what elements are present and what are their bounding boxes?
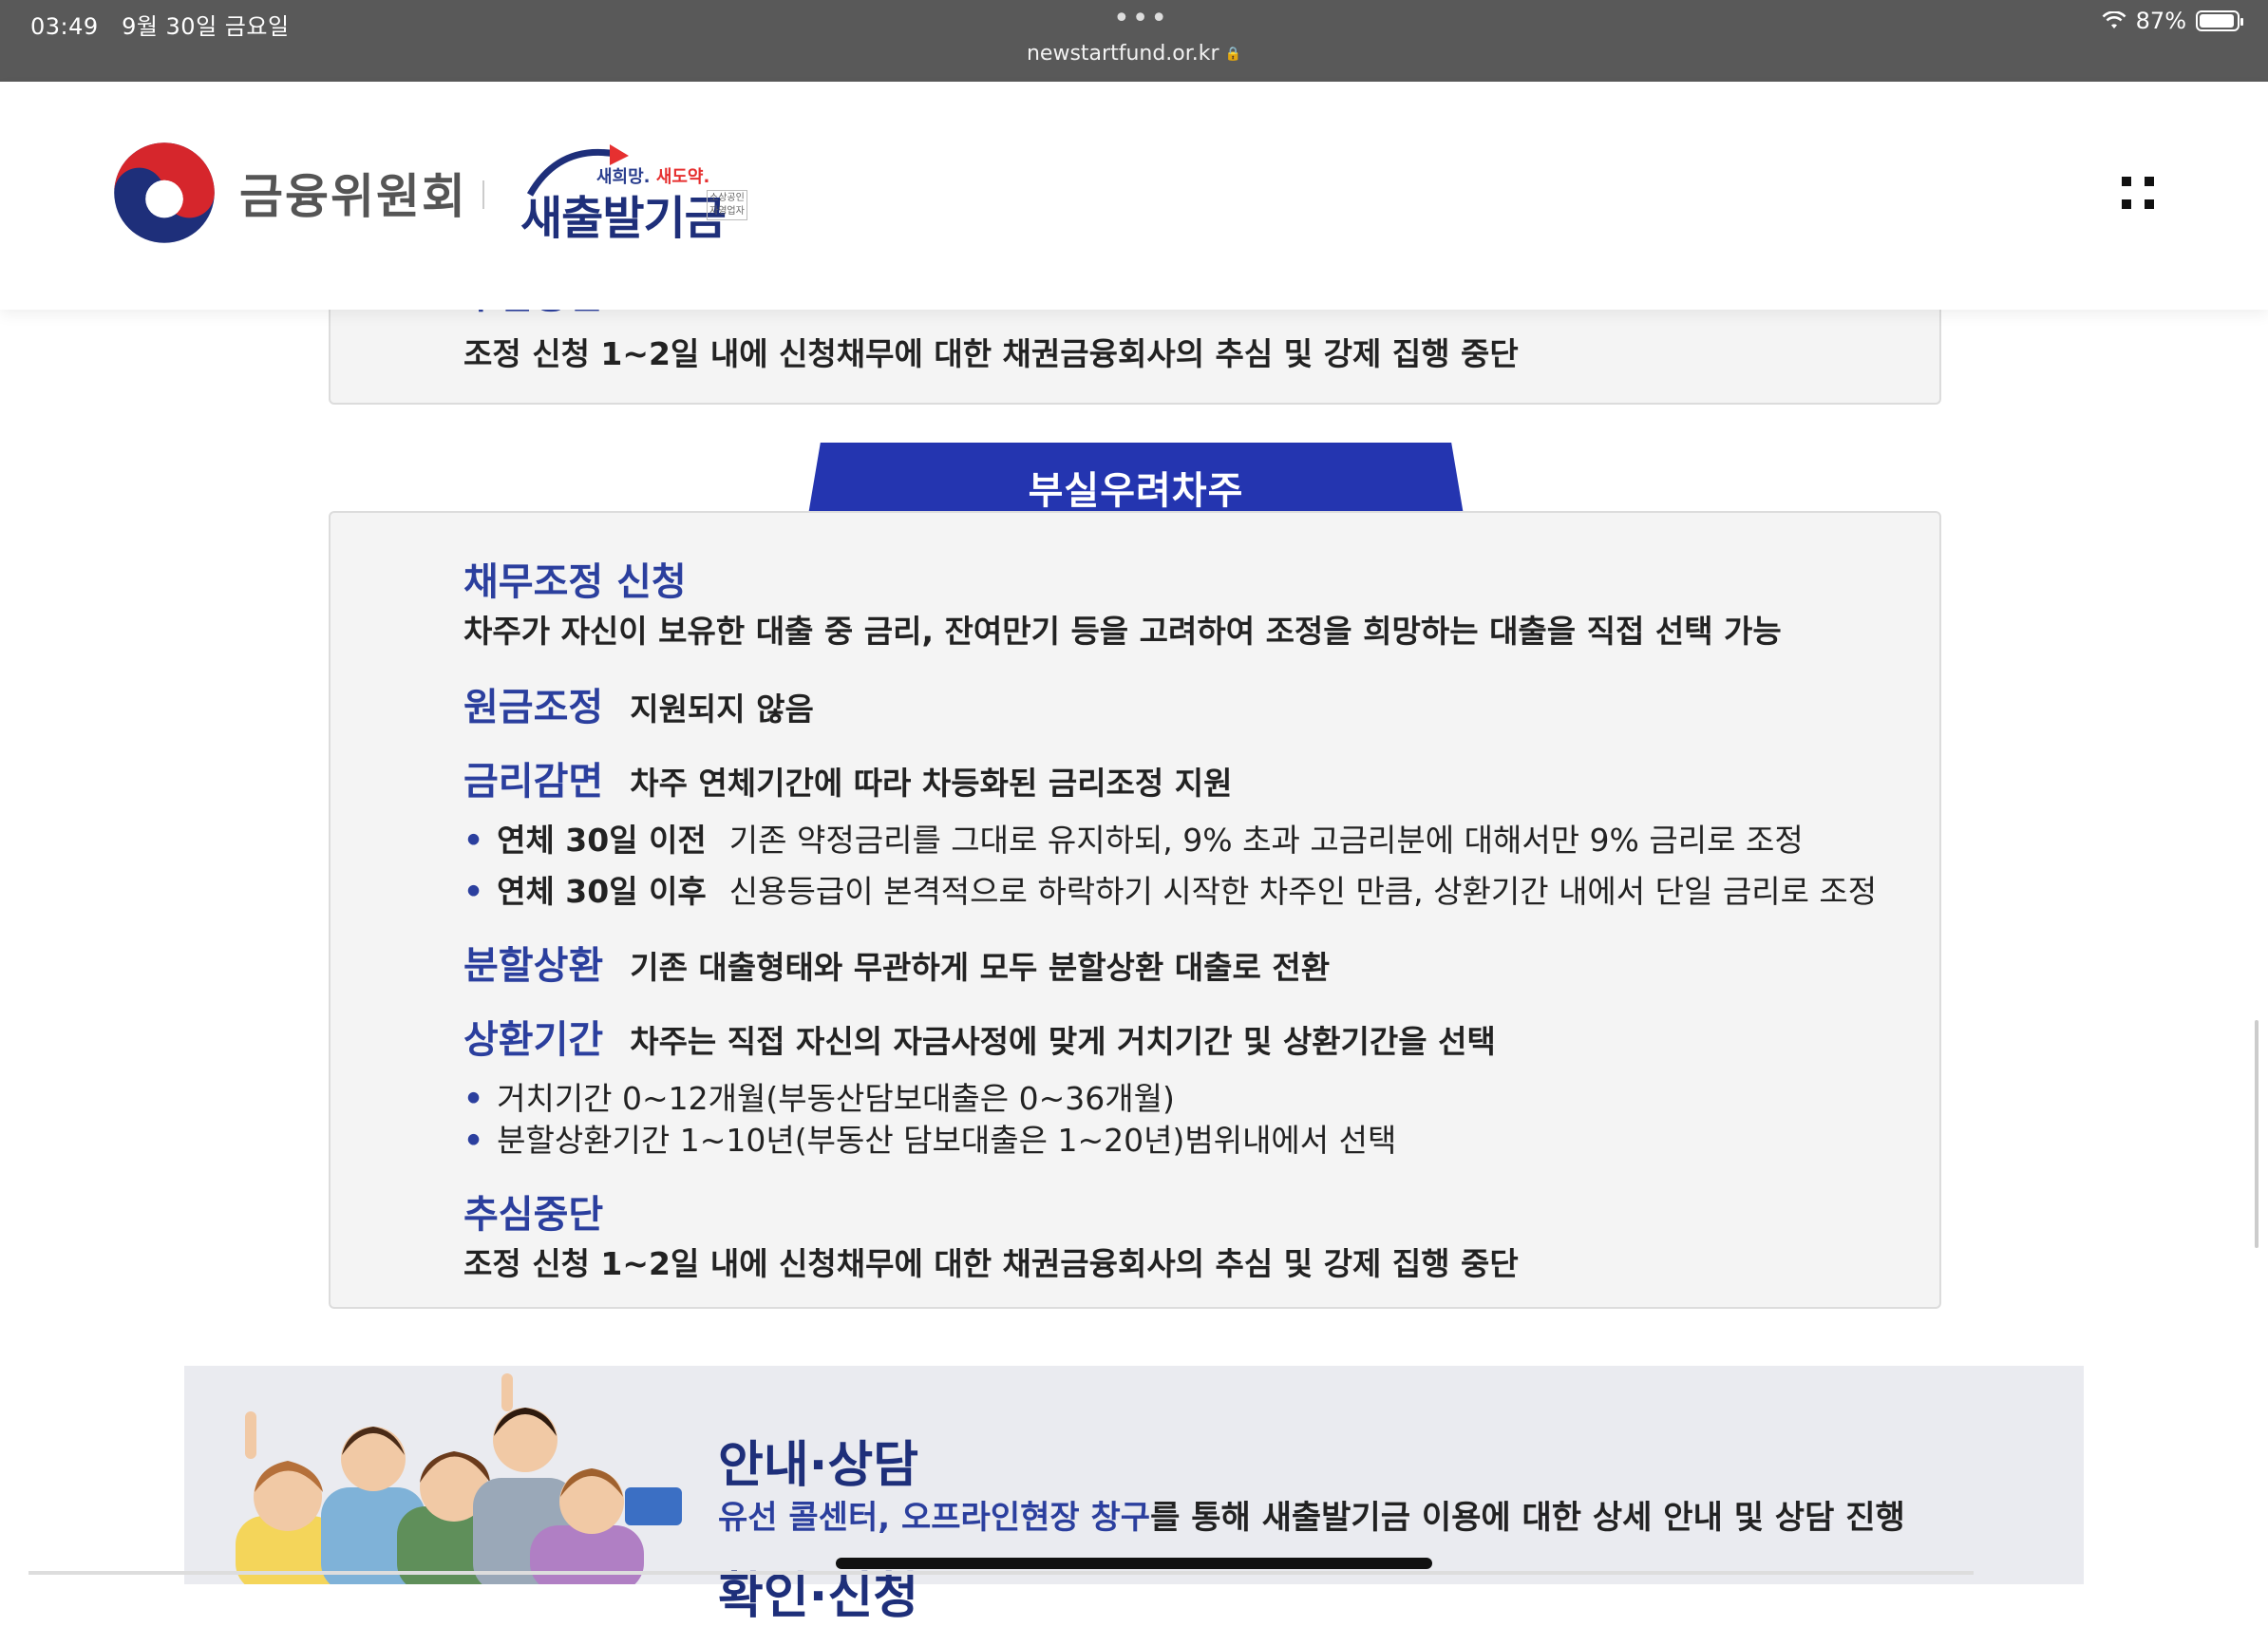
interest-bullet: • 연체 30일 이후 신용등급이 본격적으로 하락하기 시작한 차주인 만큼, 상… [463,873,1878,910]
site-header: 금융위원회 새희망. 새도약. 새출발기금 소상공인 자영업자 [0,82,2268,310]
info-title: 안내·상담 [718,1437,919,1494]
repay-period-text: 차주는 직접 자신의 자금사정에 맞게 거치기간 및 상환기간을 선택 [630,1023,1496,1060]
wifi-icon [2102,11,2126,28]
home-indicator[interactable] [836,1558,1432,1569]
people-illustration [236,1373,682,1584]
collection-stop-heading: 추심중단 [463,1193,604,1237]
collection-stop-text: 조정 신청 1~2일 내에 신청채무에 대한 채권금융회사의 추심 및 강제 집… [463,335,1519,372]
status-date: 9월 30일 금요일 [122,13,290,40]
taegeuk-logo [114,142,215,243]
installment-heading: 분할상환 [463,944,604,988]
lock-icon: 🔒 [1224,47,1241,62]
fund-sub-label: 소상공인 자영업자 [707,190,747,220]
section-tab: 부실우려차주 [807,443,1465,520]
principal-text: 지원되지 않음 [630,691,814,728]
repay-period-heading: 상환기간 [463,1018,604,1062]
info-banner: 안내·상담 유선 콜센터, 오프라인현장 창구를 통해 새출발기금 이용에 대한… [184,1366,2084,1625]
scrollbar[interactable] [2255,1020,2259,1248]
logo-divider [482,180,484,209]
saechul-fund-logo[interactable]: 새희망. 새도약. 새출발기금 소상공인 자영업자 [520,142,748,256]
principal-heading: 원금조정 [463,686,604,729]
info-text: 유선 콜센터, 오프라인현장 창구를 통해 새출발기금 이용에 대한 상세 안내… [718,1499,1905,1537]
installment-text: 기존 대출형태와 무관하게 모두 분할상환 대출로 전환 [630,949,1331,986]
status-right: 87% [2102,8,2243,34]
battery-percent: 87% [2135,8,2186,34]
status-time: 03:49 9월 30일 금요일 [30,13,290,40]
address-bar[interactable]: newstartfund.or.kr 🔒 [0,42,2268,66]
page-divider [28,1571,1974,1575]
debt-adjust-text: 차주가 자신이 보유한 대출 중 금리, 잔여만기 등을 고려하여 조정을 희망… [463,613,1782,650]
repay-period-bullet: • 분할상환기간 1~10년(부동산 담보대출은 1~20년)범위내에서 선택 [463,1122,1397,1159]
collection-stop-text: 조정 신청 1~2일 내에 신청채무에 대한 채권금융회사의 추심 및 강제 집… [463,1245,1519,1282]
debt-adjust-heading: 채무조정 신청 [463,560,687,604]
repay-period-row: 상환기간 차주는 직접 자신의 자금사정에 맞게 거치기간 및 상환기간을 선택 [463,1009,1496,1064]
menu-icon[interactable] [2122,177,2156,211]
interest-heading: 금리감면 [463,760,604,804]
installment-row: 분할상환 기존 대출형태와 무관하게 모두 분할상환 대출로 전환 [463,935,1330,990]
battery-icon [2196,10,2243,31]
url-text: newstartfund.or.kr [1026,42,1219,66]
interest-text: 차주 연체기간에 따라 차등화된 금리조정 지원 [630,765,1233,802]
interest-bullet: • 연체 30일 이전 기존 약정금리를 그대로 유지하되, 9% 초과 고금리분에… [463,822,1804,859]
more-dots-icon[interactable]: ••• [1113,2,1169,35]
section-box: 채무조정 신청 차주가 자신이 보유한 대출 중 금리, 잔여만기 등을 고려하… [329,511,1941,1309]
fsc-logo[interactable]: 금융위원회 [112,141,467,245]
status-bar: 03:49 9월 30일 금요일 ••• newstartfund.or.kr 🔒… [0,0,2268,82]
interest-row: 금리감면 차주 연체기간에 따라 차등화된 금리조정 지원 [463,750,1233,805]
repay-period-bullet: • 거치기간 0~12개월(부동산담보대출은 0~36개월) [463,1080,1175,1117]
fund-name: 새출발기금 [520,192,727,245]
principal-row: 원금조정 지원되지 않음 [463,676,814,731]
section-tab-label: 부실우려차주 [1028,469,1244,513]
org-name: 금융위원회 [239,169,467,224]
